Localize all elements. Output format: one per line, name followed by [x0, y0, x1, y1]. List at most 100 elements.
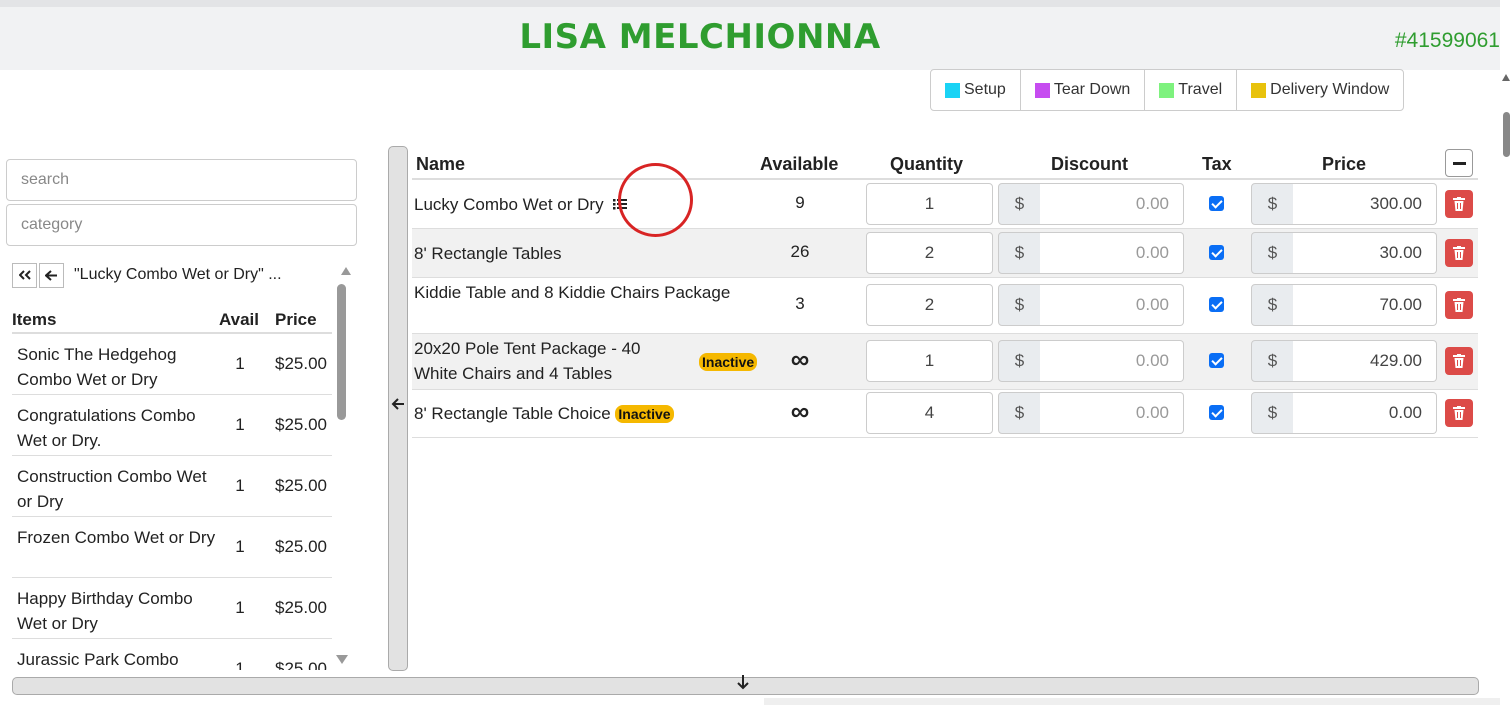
- item-price: $25.00: [275, 415, 327, 434]
- bottom-strip: [764, 698, 1500, 705]
- items-scrollbar-thumb[interactable]: [337, 284, 346, 420]
- price-column: Price: [1322, 154, 1367, 174]
- items-scrollbar[interactable]: [336, 268, 348, 668]
- item-price: $25.00: [275, 476, 327, 495]
- list-item[interactable]: Frozen Combo Wet or Dry 1 $25.00: [12, 517, 332, 578]
- inactive-badge: Inactive: [699, 353, 758, 371]
- delete-button[interactable]: [1445, 347, 1473, 375]
- trash-icon: [1453, 354, 1465, 368]
- tax-checkbox[interactable]: [1209, 297, 1224, 312]
- item-avail: 1: [235, 659, 245, 670]
- price-input[interactable]: 429.00: [1293, 340, 1437, 382]
- discount-currency: $: [998, 340, 1041, 382]
- tax-checkbox[interactable]: [1209, 353, 1224, 368]
- highlight-annotation: [618, 163, 693, 237]
- list-item[interactable]: Sonic The Hedgehog Combo Wet or Dry 1 $2…: [12, 334, 332, 395]
- setup-swatch: [945, 82, 960, 98]
- tax-column: Tax: [1202, 154, 1232, 174]
- discount-currency: $: [998, 284, 1041, 326]
- quantity-input[interactable]: 1: [866, 340, 993, 382]
- avail-column: Avail: [219, 310, 260, 329]
- discount-input[interactable]: 0.00: [1040, 392, 1184, 434]
- timeline-legend: Setup Tear Down Travel Delivery Window: [930, 69, 1405, 111]
- delete-button[interactable]: [1445, 239, 1473, 267]
- tear-down-swatch: [1034, 82, 1050, 98]
- inactive-badge: Inactive: [615, 405, 674, 423]
- quantity-input[interactable]: 4: [866, 392, 993, 434]
- tax-checkbox[interactable]: [1209, 196, 1224, 211]
- list-item[interactable]: Congratulations Combo Wet or Dry. 1 $25.…: [12, 395, 332, 456]
- infinity-icon: ∞: [790, 396, 810, 426]
- quantity-input[interactable]: 2: [866, 232, 993, 274]
- quantity-input[interactable]: 1: [866, 183, 993, 225]
- category-input[interactable]: category: [6, 204, 357, 246]
- line-items-header: Name Available Quantity Discount Tax Pri…: [412, 146, 1478, 180]
- discount-currency: $: [998, 392, 1041, 434]
- discount-currency: $: [998, 232, 1041, 274]
- trash-icon: [1453, 406, 1465, 420]
- legend-setup: Setup: [931, 70, 1021, 110]
- price-input[interactable]: 30.00: [1293, 232, 1437, 274]
- list-item[interactable]: Jurassic Park Combo 1 $25.00: [12, 639, 332, 670]
- table-row: 8' Rectangle Tables 26 2 $ 0.00 $ 30.00: [412, 229, 1478, 278]
- delivery-window-swatch: [1251, 82, 1267, 98]
- line-item-name[interactable]: Lucky Combo Wet or Dry: [414, 192, 628, 218]
- item-name: Congratulations Combo Wet or Dry.: [17, 406, 196, 450]
- trash-icon: [1453, 197, 1465, 211]
- list-item[interactable]: Construction Combo Wet or Dry 1 $25.00: [12, 456, 332, 517]
- price-input[interactable]: 0.00: [1293, 392, 1437, 434]
- price-currency: $: [1251, 284, 1294, 326]
- discount-input[interactable]: 0.00: [1040, 232, 1184, 274]
- delete-button[interactable]: [1445, 399, 1473, 427]
- search-input[interactable]: search: [6, 159, 357, 201]
- price-input[interactable]: 70.00: [1293, 284, 1437, 326]
- item-price: $25.00: [275, 598, 327, 617]
- first-page-button[interactable]: [12, 262, 37, 288]
- price-currency: $: [1251, 340, 1294, 382]
- double-chevron-left-icon: [18, 270, 31, 280]
- scroll-down-icon[interactable]: [336, 655, 348, 664]
- line-item-name[interactable]: Kiddie Table and 8 Kiddie Chairs Package: [414, 280, 754, 305]
- legend-tear-down: Tear Down: [1021, 70, 1146, 110]
- delete-button[interactable]: [1445, 190, 1473, 218]
- page-scrollbar[interactable]: [1500, 70, 1512, 705]
- item-price: $25.00: [275, 659, 327, 670]
- discount-input[interactable]: 0.00: [1040, 340, 1184, 382]
- tax-checkbox[interactable]: [1209, 405, 1224, 420]
- expand-bottom-handle[interactable]: [12, 674, 1479, 695]
- item-price: $25.00: [275, 537, 327, 556]
- items-list: Sonic The Hedgehog Combo Wet or Dry 1 $2…: [12, 334, 332, 670]
- price-currency: $: [1251, 392, 1294, 434]
- price-input[interactable]: 300.00: [1293, 183, 1437, 225]
- item-avail: 1: [235, 476, 245, 495]
- line-item-name[interactable]: 20x20 Pole Tent Package - 40 White Chair…: [414, 336, 684, 386]
- scrollbar-thumb[interactable]: [1503, 112, 1510, 157]
- collapse-sidebar-handle[interactable]: [388, 146, 408, 671]
- legend-label: Travel: [1178, 81, 1223, 98]
- scroll-up-icon[interactable]: [1502, 74, 1510, 81]
- tax-checkbox[interactable]: [1209, 245, 1224, 260]
- discount-input[interactable]: 0.00: [1040, 284, 1184, 326]
- item-name: Construction Combo Wet or Dry: [17, 467, 207, 511]
- back-button[interactable]: [39, 262, 64, 288]
- item-name: Jurassic Park Combo: [17, 650, 179, 669]
- legend-label: Setup: [964, 81, 1006, 98]
- item-avail: 1: [235, 537, 245, 556]
- arrow-down-icon: [736, 674, 750, 695]
- item-price: $25.00: [275, 354, 327, 373]
- quantity-input[interactable]: 2: [866, 284, 993, 326]
- line-item-name[interactable]: 8' Rectangle Table Choice Inactive: [414, 401, 674, 426]
- collapse-all-button[interactable]: [1445, 149, 1473, 177]
- legend-delivery-window: Delivery Window: [1237, 70, 1403, 110]
- line-item-name[interactable]: 8' Rectangle Tables: [414, 241, 562, 266]
- available-column: Available: [760, 154, 839, 174]
- line-item-available: 26: [790, 242, 810, 261]
- list-item[interactable]: Happy Birthday Combo Wet or Dry 1 $25.00: [12, 578, 332, 639]
- legend-label: Tear Down: [1053, 81, 1131, 98]
- discount-input[interactable]: 0.00: [1040, 183, 1184, 225]
- quantity-column: Quantity: [890, 154, 964, 174]
- table-row: 8' Rectangle Table Choice Inactive ∞ 4 $…: [412, 390, 1478, 438]
- table-row: Kiddie Table and 8 Kiddie Chairs Package…: [412, 278, 1478, 334]
- legend-label: Delivery Window: [1270, 81, 1390, 98]
- delete-button[interactable]: [1445, 291, 1473, 319]
